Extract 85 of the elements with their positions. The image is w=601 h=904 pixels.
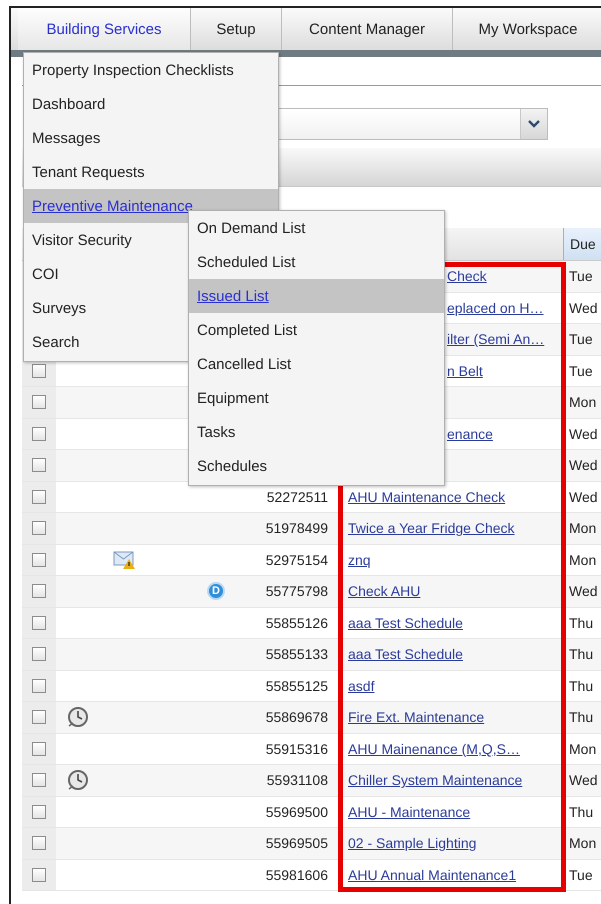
row-checkbox[interactable]	[32, 490, 46, 504]
nav-tab[interactable]: Building Services	[18, 8, 191, 50]
work-order-number: 55775798	[266, 583, 328, 600]
submenu-item[interactable]: Equipment	[189, 381, 444, 415]
row-checkbox[interactable]	[32, 836, 46, 850]
task-link[interactable]: aaa Test Schedule	[348, 646, 463, 662]
submenu-item[interactable]: Schedules	[189, 449, 444, 483]
due-date: Tue	[569, 362, 593, 379]
task-link[interactable]: aaa Test Schedule	[348, 614, 463, 631]
row-checkbox[interactable]	[32, 804, 46, 819]
menu-item[interactable]: Messages	[24, 121, 278, 155]
row-checkbox[interactable]	[32, 552, 46, 567]
due-date: Thu	[569, 614, 594, 631]
task-link[interactable]: asdf	[348, 678, 374, 694]
chevron-down-icon	[528, 120, 540, 128]
due-date: Mon	[569, 552, 596, 568]
task-link[interactable]: Check AHU	[348, 583, 420, 600]
due-date: Thu	[569, 804, 594, 820]
due-date: Thu	[569, 678, 594, 694]
task-link[interactable]: AHU Annual Maintenance1	[348, 866, 516, 883]
due-date: Wed	[569, 426, 598, 442]
task-link[interactable]: AHU Mainenance (M,Q,S…	[348, 740, 520, 757]
row-checkbox[interactable]	[32, 742, 46, 756]
task-link[interactable]: Check	[447, 268, 487, 284]
work-order-number: 55855126	[266, 614, 328, 631]
row-checkbox[interactable]	[32, 868, 46, 882]
task-link[interactable]: Twice a Year Fridge Check	[348, 520, 515, 536]
task-link[interactable]: Chiller System Maintenance	[348, 772, 522, 788]
work-order-number: 55869678	[266, 709, 328, 726]
clock-icon	[67, 769, 89, 792]
row-checkbox[interactable]	[32, 710, 46, 724]
task-link[interactable]: znq	[348, 552, 371, 568]
work-order-number: 52975154	[266, 552, 328, 568]
row-checkbox[interactable]	[32, 395, 46, 410]
due-date: Tue	[569, 866, 593, 883]
row-checkbox[interactable]	[32, 678, 46, 693]
due-date: Thu	[569, 709, 594, 726]
row-checkbox[interactable]	[32, 584, 46, 598]
task-link[interactable]: eplaced on H…	[447, 300, 544, 316]
work-order-number: 55855125	[266, 678, 328, 694]
due-date: Wed	[569, 457, 598, 474]
task-link[interactable]: n Belt	[447, 362, 483, 379]
row-checkbox[interactable]	[32, 773, 46, 788]
submenu-item[interactable]: Cancelled List	[189, 347, 444, 381]
due-date: Thu	[569, 646, 594, 662]
task-link[interactable]: 02 - Sample Lighting	[348, 835, 476, 852]
row-checkbox[interactable]	[32, 521, 46, 536]
work-order-number: 55969500	[266, 804, 328, 820]
row-checkbox[interactable]	[32, 458, 46, 472]
task-link[interactable]: ilter (Semi An…	[447, 331, 544, 348]
column-header[interactable]: Due	[563, 228, 601, 260]
clock-icon	[67, 706, 89, 728]
work-order-number: 51978499	[266, 520, 328, 536]
work-order-number: 52272511	[266, 488, 328, 505]
task-link[interactable]: Fire Ext. Maintenance	[348, 709, 484, 726]
due-date: Mon	[569, 394, 596, 410]
row-checkbox[interactable]	[32, 426, 46, 441]
menu-item[interactable]: Property Inspection Checklists	[24, 53, 278, 87]
work-order-number: 55855133	[266, 646, 328, 662]
status-badge: D	[207, 582, 225, 600]
due-date: Wed	[569, 300, 598, 316]
due-date: Wed	[569, 772, 598, 788]
row-checkbox[interactable]	[32, 364, 46, 378]
work-order-number: 55969505	[266, 835, 328, 852]
submenu-item[interactable]: Issued List	[189, 279, 444, 313]
submenu-item[interactable]: Completed List	[189, 313, 444, 347]
work-order-number: 55981606	[266, 866, 328, 883]
work-order-number: 55915316	[266, 740, 328, 757]
submenu-item[interactable]: Tasks	[189, 415, 444, 449]
task-link[interactable]: AHU Maintenance Check	[348, 488, 506, 505]
due-date: Mon	[569, 835, 596, 852]
row-checkbox[interactable]	[32, 647, 46, 662]
mail-warning-icon	[113, 550, 137, 570]
row-checkbox[interactable]	[32, 616, 46, 630]
due-date: Mon	[569, 740, 596, 757]
task-link[interactable]: AHU - Maintenance	[348, 804, 470, 820]
due-date: Tue	[569, 268, 593, 284]
submenu-item[interactable]: Scheduled List	[189, 245, 444, 279]
menu-item[interactable]: Dashboard	[24, 87, 278, 121]
due-date: Tue	[569, 331, 593, 348]
due-date: Mon	[569, 520, 596, 536]
due-date: Wed	[569, 583, 598, 600]
due-date: Wed	[569, 488, 598, 505]
task-link[interactable]: enance	[447, 426, 493, 442]
work-order-number: 55931108	[266, 772, 328, 788]
